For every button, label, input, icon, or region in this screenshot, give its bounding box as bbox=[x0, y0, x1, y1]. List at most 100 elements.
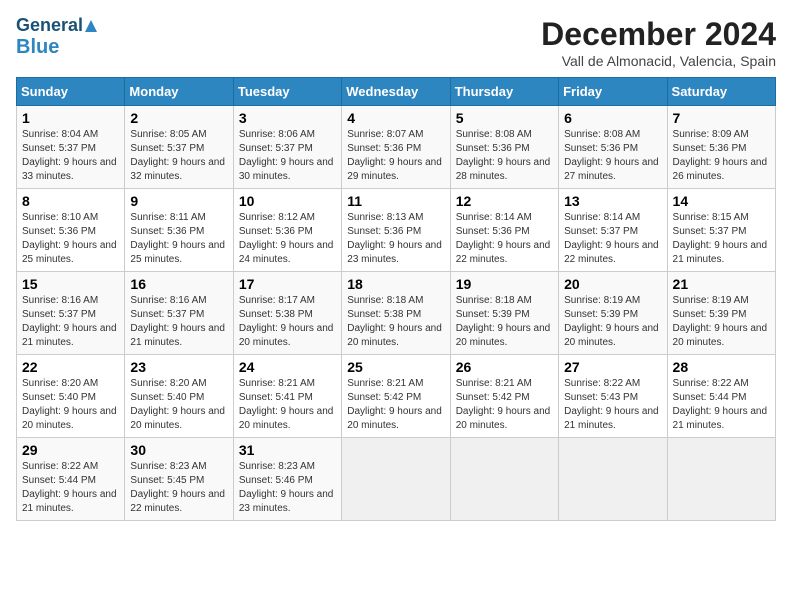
weekday-header-wednesday: Wednesday bbox=[342, 78, 450, 106]
calendar-cell: 18Sunrise: 8:18 AMSunset: 5:38 PMDayligh… bbox=[342, 272, 450, 355]
logo-line1: General bbox=[16, 16, 98, 36]
day-number: 12 bbox=[456, 193, 553, 209]
day-info: Sunrise: 8:09 AMSunset: 5:36 PMDaylight:… bbox=[673, 128, 770, 184]
calendar-cell bbox=[342, 438, 450, 521]
title-block: December 2024 Vall de Almonacid, Valenci… bbox=[541, 16, 776, 69]
day-info: Sunrise: 8:13 AMSunset: 5:36 PMDaylight:… bbox=[347, 211, 444, 267]
day-info: Sunrise: 8:22 AMSunset: 5:44 PMDaylight:… bbox=[673, 377, 770, 433]
day-info: Sunrise: 8:19 AMSunset: 5:39 PMDaylight:… bbox=[564, 294, 661, 350]
day-info: Sunrise: 8:16 AMSunset: 5:37 PMDaylight:… bbox=[22, 294, 119, 350]
day-number: 4 bbox=[347, 110, 444, 126]
day-info: Sunrise: 8:11 AMSunset: 5:36 PMDaylight:… bbox=[130, 211, 227, 267]
calendar-cell: 1 Sunrise: 8:04 AMSunset: 5:37 PMDaylight… bbox=[17, 106, 125, 189]
day-number: 10 bbox=[239, 193, 336, 209]
calendar-cell: 10 Sunrise: 8:12 AMSunset: 5:36 PMDayligh… bbox=[233, 189, 341, 272]
day-number: 30 bbox=[130, 442, 227, 458]
calendar-cell: 16 Sunrise: 8:16 AMSunset: 5:37 PMDayligh… bbox=[125, 272, 233, 355]
day-number: 1 bbox=[22, 110, 119, 126]
logo: General Blue bbox=[16, 16, 98, 58]
day-info: Sunrise: 8:07 AMSunset: 5:36 PMDaylight:… bbox=[347, 128, 444, 184]
calendar-cell: 11 Sunrise: 8:13 AMSunset: 5:36 PMDayligh… bbox=[342, 189, 450, 272]
day-number: 19 bbox=[456, 276, 553, 292]
day-number: 23 bbox=[130, 359, 227, 375]
day-number: 25 bbox=[347, 359, 444, 375]
calendar-cell: 23 Sunrise: 8:20 AMSunset: 5:40 PMDayligh… bbox=[125, 355, 233, 438]
day-number: 11 bbox=[347, 193, 444, 209]
day-number: 9 bbox=[130, 193, 227, 209]
calendar-cell: 14Sunrise: 8:15 AMSunset: 5:37 PMDayligh… bbox=[667, 189, 775, 272]
day-number: 27 bbox=[564, 359, 661, 375]
weekday-header-thursday: Thursday bbox=[450, 78, 558, 106]
day-number: 3 bbox=[239, 110, 336, 126]
day-info: Sunrise: 8:21 AMSunset: 5:42 PMDaylight:… bbox=[347, 377, 444, 433]
day-info: Sunrise: 8:04 AMSunset: 5:37 PMDaylight:… bbox=[22, 128, 119, 184]
day-number: 22 bbox=[22, 359, 119, 375]
calendar-cell: 3Sunrise: 8:06 AMSunset: 5:37 PMDaylight… bbox=[233, 106, 341, 189]
calendar-cell: 21Sunrise: 8:19 AMSunset: 5:39 PMDayligh… bbox=[667, 272, 775, 355]
calendar-cell: 24 Sunrise: 8:21 AMSunset: 5:41 PMDayligh… bbox=[233, 355, 341, 438]
calendar-cell bbox=[667, 438, 775, 521]
calendar-cell: 22 Sunrise: 8:20 AMSunset: 5:40 PMDayligh… bbox=[17, 355, 125, 438]
calendar-cell: 2 Sunrise: 8:05 AMSunset: 5:37 PMDaylight… bbox=[125, 106, 233, 189]
day-info: Sunrise: 8:20 AMSunset: 5:40 PMDaylight:… bbox=[22, 377, 119, 433]
calendar-cell: 28 Sunrise: 8:22 AMSunset: 5:44 PMDayligh… bbox=[667, 355, 775, 438]
calendar-cell: 20 Sunrise: 8:19 AMSunset: 5:39 PMDayligh… bbox=[559, 272, 667, 355]
day-info: Sunrise: 8:05 AMSunset: 5:37 PMDaylight:… bbox=[130, 128, 227, 184]
calendar-week-row: 22 Sunrise: 8:20 AMSunset: 5:40 PMDayligh… bbox=[17, 355, 776, 438]
day-info: Sunrise: 8:21 AMSunset: 5:41 PMDaylight:… bbox=[239, 377, 336, 433]
weekday-header-sunday: Sunday bbox=[17, 78, 125, 106]
logo-blue: Blue bbox=[16, 36, 98, 58]
day-info: Sunrise: 8:22 AMSunset: 5:43 PMDaylight:… bbox=[564, 377, 661, 433]
calendar-cell bbox=[559, 438, 667, 521]
day-info: Sunrise: 8:08 AMSunset: 5:36 PMDaylight:… bbox=[456, 128, 553, 184]
calendar-cell: 19 Sunrise: 8:18 AMSunset: 5:39 PMDayligh… bbox=[450, 272, 558, 355]
day-number: 20 bbox=[564, 276, 661, 292]
calendar-cell: 25 Sunrise: 8:21 AMSunset: 5:42 PMDayligh… bbox=[342, 355, 450, 438]
day-number: 15 bbox=[22, 276, 119, 292]
day-number: 31 bbox=[239, 442, 336, 458]
day-number: 5 bbox=[456, 110, 553, 126]
day-number: 2 bbox=[130, 110, 227, 126]
day-number: 29 bbox=[22, 442, 119, 458]
calendar-cell: 17Sunrise: 8:17 AMSunset: 5:38 PMDayligh… bbox=[233, 272, 341, 355]
calendar-cell: 8Sunrise: 8:10 AMSunset: 5:36 PMDaylight… bbox=[17, 189, 125, 272]
day-info: Sunrise: 8:16 AMSunset: 5:37 PMDaylight:… bbox=[130, 294, 227, 350]
calendar-cell: 13 Sunrise: 8:14 AMSunset: 5:37 PMDayligh… bbox=[559, 189, 667, 272]
calendar-week-row: 1 Sunrise: 8:04 AMSunset: 5:37 PMDaylight… bbox=[17, 106, 776, 189]
calendar-cell: 27 Sunrise: 8:22 AMSunset: 5:43 PMDayligh… bbox=[559, 355, 667, 438]
calendar-cell: 9 Sunrise: 8:11 AMSunset: 5:36 PMDaylight… bbox=[125, 189, 233, 272]
weekday-header-tuesday: Tuesday bbox=[233, 78, 341, 106]
calendar-cell: 30 Sunrise: 8:23 AMSunset: 5:45 PMDayligh… bbox=[125, 438, 233, 521]
day-info: Sunrise: 8:23 AMSunset: 5:46 PMDaylight:… bbox=[239, 460, 336, 516]
calendar-cell: 26 Sunrise: 8:21 AMSunset: 5:42 PMDayligh… bbox=[450, 355, 558, 438]
day-info: Sunrise: 8:21 AMSunset: 5:42 PMDaylight:… bbox=[456, 377, 553, 433]
weekday-header-monday: Monday bbox=[125, 78, 233, 106]
calendar-cell: 31 Sunrise: 8:23 AMSunset: 5:46 PMDayligh… bbox=[233, 438, 341, 521]
calendar-cell: 5 Sunrise: 8:08 AMSunset: 5:36 PMDaylight… bbox=[450, 106, 558, 189]
day-info: Sunrise: 8:20 AMSunset: 5:40 PMDaylight:… bbox=[130, 377, 227, 433]
day-number: 6 bbox=[564, 110, 661, 126]
day-info: Sunrise: 8:14 AMSunset: 5:36 PMDaylight:… bbox=[456, 211, 553, 267]
day-number: 28 bbox=[673, 359, 770, 375]
weekday-header-friday: Friday bbox=[559, 78, 667, 106]
page-header: General Blue December 2024 Vall de Almon… bbox=[16, 16, 776, 69]
day-info: Sunrise: 8:14 AMSunset: 5:37 PMDaylight:… bbox=[564, 211, 661, 267]
day-number: 16 bbox=[130, 276, 227, 292]
day-number: 13 bbox=[564, 193, 661, 209]
day-number: 24 bbox=[239, 359, 336, 375]
day-info: Sunrise: 8:19 AMSunset: 5:39 PMDaylight:… bbox=[673, 294, 770, 350]
day-number: 26 bbox=[456, 359, 553, 375]
calendar-header-row: SundayMondayTuesdayWednesdayThursdayFrid… bbox=[17, 78, 776, 106]
main-title: December 2024 bbox=[541, 16, 776, 53]
day-info: Sunrise: 8:22 AMSunset: 5:44 PMDaylight:… bbox=[22, 460, 119, 516]
calendar-cell: 6 Sunrise: 8:08 AMSunset: 5:36 PMDaylight… bbox=[559, 106, 667, 189]
day-number: 14 bbox=[673, 193, 770, 209]
day-info: Sunrise: 8:18 AMSunset: 5:39 PMDaylight:… bbox=[456, 294, 553, 350]
day-info: Sunrise: 8:08 AMSunset: 5:36 PMDaylight:… bbox=[564, 128, 661, 184]
day-info: Sunrise: 8:12 AMSunset: 5:36 PMDaylight:… bbox=[239, 211, 336, 267]
calendar-week-row: 15 Sunrise: 8:16 AMSunset: 5:37 PMDayligh… bbox=[17, 272, 776, 355]
calendar-body: 1 Sunrise: 8:04 AMSunset: 5:37 PMDaylight… bbox=[17, 106, 776, 521]
calendar-table: SundayMondayTuesdayWednesdayThursdayFrid… bbox=[16, 77, 776, 521]
day-number: 8 bbox=[22, 193, 119, 209]
day-info: Sunrise: 8:23 AMSunset: 5:45 PMDaylight:… bbox=[130, 460, 227, 516]
